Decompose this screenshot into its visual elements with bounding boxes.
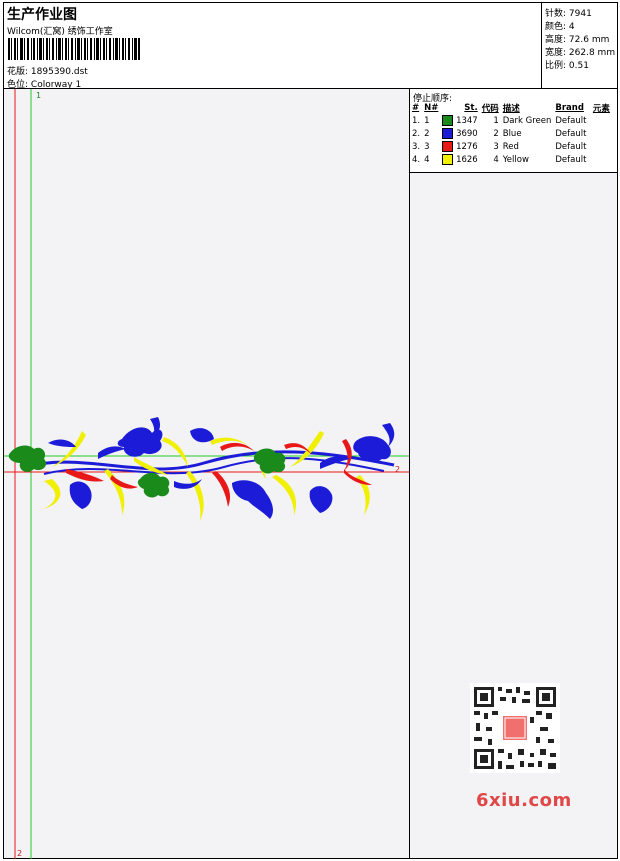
- stat-stitches: 针数: 7941: [545, 9, 592, 19]
- stat-height: 高度: 72.6 mm: [545, 35, 610, 45]
- design-canvas: 1 2 2: [4, 89, 410, 859]
- page-title: 生产作业图: [7, 7, 77, 23]
- green-guide-label: 1: [36, 91, 42, 100]
- stop-sequence-table: # N# St. 代码 描述 Brand 元素 1. 1 1347 1 Dark…: [411, 102, 613, 166]
- barcode-image: [8, 38, 140, 60]
- stat-width: 宽度: 262.8 mm: [545, 48, 616, 58]
- design-label: 花版:: [7, 67, 29, 77]
- table-header: # N# St. 代码 描述 Brand 元素: [411, 102, 613, 114]
- stats-box: 针数: 7941 颜色: 4 高度: 72.6 mm 宽度: 262.8 mm …: [541, 3, 618, 88]
- stat-scale: 比例: 0.51: [545, 61, 589, 71]
- color-swatch: [442, 115, 454, 126]
- table-row: 1. 1 1347 1 Dark Green Default: [412, 115, 587, 126]
- qr-code-watermark: [470, 683, 560, 773]
- header: 生产作业图 Wilcom(汇窝) 绣饰工作室 花版: 1895390.dst 色…: [4, 3, 618, 90]
- color-swatch: [442, 141, 454, 152]
- col-needle: N#: [424, 103, 439, 113]
- site-watermark: 6xiu.com: [476, 790, 572, 811]
- table-row: 2. 2 3690 2 Blue Default: [412, 128, 587, 139]
- embroidery-preview: [4, 89, 409, 859]
- embroidery-motif: [8, 417, 395, 521]
- col-num: #: [412, 103, 420, 113]
- col-stitches: St.: [464, 103, 478, 113]
- color-swatch: [442, 128, 454, 139]
- stat-colors: 颜色: 4: [545, 22, 575, 32]
- seal-stamp: [503, 716, 527, 740]
- red-guide-label-bottom: 2: [17, 849, 23, 858]
- col-code: 代码: [481, 104, 499, 114]
- stop-sequence-panel: 停止顺序: # N# St. 代码 描述 Brand 元素 1. 1 1347 …: [410, 89, 617, 173]
- studio-name: Wilcom(汇窝) 绣饰工作室: [7, 27, 113, 37]
- design-value: 1895390.dst: [30, 67, 88, 77]
- red-guide-label-right: 2: [395, 465, 401, 474]
- table-row: 4. 4 1626 4 Yellow Default: [412, 154, 587, 165]
- col-element: 元素: [592, 104, 610, 114]
- col-brand: Brand: [555, 103, 584, 113]
- design-file: 花版: 1895390.dst: [7, 64, 88, 77]
- header-info: 生产作业图 Wilcom(汇窝) 绣饰工作室 花版: 1895390.dst 色…: [4, 3, 541, 90]
- col-desc: 描述: [502, 104, 520, 114]
- color-swatch: [442, 154, 454, 165]
- table-row: 3. 3 1276 3 Red Default: [412, 141, 587, 152]
